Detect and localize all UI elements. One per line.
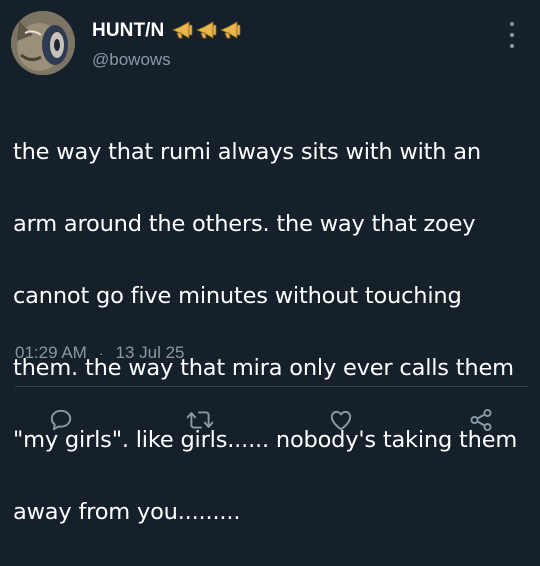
megaphone-icon — [195, 21, 217, 39]
dot — [510, 22, 514, 26]
reply-button[interactable] — [44, 403, 78, 437]
megaphone-badges — [171, 21, 241, 39]
divider — [15, 386, 528, 387]
dot — [510, 44, 514, 48]
retweet-icon — [186, 411, 214, 429]
avatar-image — [11, 11, 75, 75]
timestamp-separator: · — [98, 345, 104, 361]
display-name[interactable]: HUNT/N — [92, 20, 164, 42]
more-options-icon[interactable] — [506, 22, 518, 48]
avatar[interactable] — [11, 11, 75, 75]
dot — [510, 33, 514, 37]
tweet-line: away from you......... — [13, 499, 241, 525]
tweet-timestamp: 01:29 AM · 13 Jul 25 — [15, 343, 185, 363]
reply-icon — [50, 409, 72, 431]
tweet-time[interactable]: 01:29 AM — [15, 343, 87, 363]
tweet-actions — [0, 395, 540, 445]
tweet-date[interactable]: 13 Jul 25 — [116, 343, 185, 363]
megaphone-icon — [171, 21, 193, 39]
like-icon — [330, 410, 352, 431]
share-icon — [470, 408, 492, 432]
handle[interactable]: @bowows — [92, 50, 171, 70]
like-button[interactable] — [324, 403, 358, 437]
tweet-header: HUNT/N @bowows — [0, 0, 540, 90]
megaphone-icon — [219, 21, 241, 39]
retweet-button[interactable] — [183, 403, 217, 437]
tweet-line: arm around the others. the way that zoey — [13, 211, 476, 237]
tweet-line: cannot go five minutes without touching — [13, 283, 462, 309]
tweet-line: the way that rumi always sits with with … — [13, 139, 481, 165]
tweet-text: the way that rumi always sits with with … — [13, 98, 535, 566]
share-button[interactable] — [464, 403, 498, 437]
